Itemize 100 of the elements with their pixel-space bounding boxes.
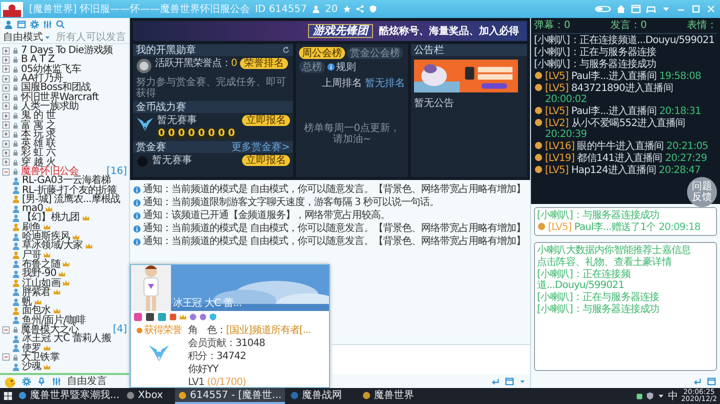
expand-icon[interactable]	[2, 130, 10, 138]
refresh-icon[interactable]	[282, 46, 290, 54]
expand-icon[interactable]	[2, 158, 10, 166]
channel-name[interactable]: 人类一族求助	[21, 102, 79, 111]
taskbar-app[interactable]: Xbox	[123, 388, 173, 404]
brush-icon[interactable]	[145, 312, 155, 322]
channel-name[interactable]: B A T Z	[21, 55, 54, 64]
home-icon[interactable]	[616, 4, 626, 14]
rank-tab[interactable]: 周公会榜	[299, 47, 345, 59]
maximize-icon[interactable]	[691, 4, 701, 14]
signup-button[interactable]: 立即报名	[242, 115, 290, 126]
enter-icon[interactable]	[693, 376, 702, 386]
digit-tile: 0	[167, 128, 176, 139]
message-input[interactable]	[332, 344, 530, 374]
channel-name[interactable]: 彩 虹 六	[21, 148, 56, 158]
expand-icon[interactable]	[2, 102, 10, 110]
channel-name[interactable]: 怀旧世界Warcraft	[21, 92, 98, 102]
signup-button[interactable]: 立即报名	[242, 155, 290, 166]
rank-tab[interactable]: 赏金公会榜	[347, 47, 403, 59]
share-icon[interactable]	[356, 5, 364, 13]
user-name[interactable]: 帆	[22, 297, 32, 306]
taskbar-app[interactable]: 魔兽战网	[287, 388, 357, 404]
search-icon[interactable]	[56, 20, 65, 29]
free-speak-button[interactable]: 自由发言	[67, 376, 107, 387]
window-icon[interactable]	[707, 376, 716, 386]
expand-icon[interactable]	[2, 74, 10, 83]
collapse-icon[interactable]	[2, 326, 10, 334]
sliders-icon[interactable]	[52, 377, 61, 386]
user-name[interactable]: 草冰领域/大家	[22, 241, 83, 250]
windows-icon[interactable]	[3, 391, 13, 401]
expand-icon[interactable]	[2, 84, 10, 92]
channel-name[interactable]: 穿 越 火	[21, 158, 56, 167]
toggle-icon[interactable]	[595, 4, 611, 14]
user-name[interactable]: [男-城] 流鹰农...摩根战	[22, 194, 120, 204]
channel-name[interactable]: 国服Boss和团战	[21, 83, 91, 92]
shield-icon[interactable]	[368, 5, 377, 13]
window-icon[interactable]	[505, 376, 514, 386]
user-name[interactable]: 江山如画	[22, 278, 60, 288]
channel-name[interactable]: 大卫铁掌	[21, 352, 60, 362]
last-week-link[interactable]: 暂无排名	[365, 78, 405, 89]
user-name[interactable]: RL-GA03一云海着梯	[22, 176, 111, 186]
taskbar-app[interactable]: 614557 - [魔兽世...	[175, 388, 285, 404]
user-name[interactable]: 布鲁之随	[22, 260, 60, 269]
user-name[interactable]: 哈迪斯疾风	[22, 232, 70, 242]
user-name[interactable]: 沙魂	[22, 362, 42, 372]
channel-name[interactable]: 05幼体监飞车	[21, 64, 81, 74]
user-name[interactable]: 刷鱼	[22, 222, 42, 232]
expand-icon[interactable]	[2, 140, 10, 148]
more-link[interactable]: 更多赏金赛>	[232, 142, 290, 152]
channel-name[interactable]: 魔兽怀旧公会	[21, 167, 79, 176]
expand-icon[interactable]	[2, 121, 10, 130]
collapse-icon[interactable]	[2, 168, 10, 176]
user-name[interactable]: 面包水	[22, 306, 51, 316]
user-name[interactable]: 冰王冠 大C 蕾莉人搬	[22, 334, 111, 344]
expand-icon[interactable]	[2, 93, 10, 102]
enter-icon[interactable]	[491, 376, 500, 386]
eraser-icon[interactable]	[133, 312, 143, 322]
crown-icon	[52, 306, 61, 315]
caret-icon[interactable]	[519, 378, 526, 384]
user-name[interactable]: 胖紫君	[22, 288, 51, 297]
channel-name[interactable]: 鬼 的 世	[21, 111, 56, 120]
taskbar-app[interactable]: 魔兽世界暨寒潮我...	[15, 388, 121, 404]
channel-name[interactable]: AA打乃舟	[21, 74, 63, 84]
star-icon[interactable]	[342, 5, 351, 13]
channel-name[interactable]: 英 雄 联	[21, 139, 56, 148]
settings-icon[interactable]	[22, 377, 31, 386]
user-name[interactable]: 使罗	[22, 344, 42, 353]
user-name[interactable]: RL-折藤-打个友的折箍	[22, 186, 117, 195]
mic-icon[interactable]	[37, 377, 46, 386]
digit-tile: 0	[177, 128, 186, 139]
expand-icon[interactable]	[2, 65, 10, 74]
close-icon[interactable]	[706, 4, 716, 14]
channel-name[interactable]: 本 玩 求	[21, 130, 56, 139]
chat-message: [小喇叭]：与服务器连接成功	[537, 304, 660, 315]
user-name[interactable]: 我野-90	[22, 269, 56, 278]
sliders-icon[interactable]	[43, 20, 52, 29]
gear-icon[interactable]	[30, 20, 39, 29]
honor-rank-button[interactable]: 荣誉排名	[240, 58, 288, 69]
notice-text: 通知：当前频道的模式是 自由模式，你可以随意发言。【背景色、网络带宽占用略有增加】	[143, 223, 526, 234]
collapse-icon[interactable]	[2, 353, 10, 362]
mode-dropdown[interactable]: 自由模式	[3, 32, 51, 42]
user-name[interactable]: 【幻】桃九团	[22, 213, 80, 222]
field-label: 会员贡献：	[188, 338, 236, 349]
channel-name[interactable]: 魔兽模大之心	[21, 325, 79, 334]
channel-name[interactable]: 7 Days To Die游戏频	[21, 46, 113, 56]
channel-name[interactable]: 富 寓 之	[21, 120, 56, 130]
expand-icon[interactable]	[2, 112, 10, 120]
ime-indicator[interactable]: 中	[668, 390, 678, 402]
user-icon[interactable]	[4, 20, 13, 29]
expand-icon[interactable]	[2, 46, 10, 55]
channel-icon	[12, 122, 19, 129]
expand-icon[interactable]	[2, 148, 10, 157]
user-name[interactable]: 尸哥	[22, 250, 42, 260]
taskbar-app[interactable]: 魔兽世界	[359, 388, 429, 404]
rank-tab[interactable]: 总榜	[299, 61, 325, 73]
window-icon[interactable]	[17, 20, 26, 29]
rules-button[interactable]: 规则	[327, 62, 356, 72]
expand-icon[interactable]	[2, 56, 10, 64]
user-name[interactable]: 鱼州/面片/咖啡	[22, 316, 86, 325]
channel-icon	[12, 84, 19, 92]
